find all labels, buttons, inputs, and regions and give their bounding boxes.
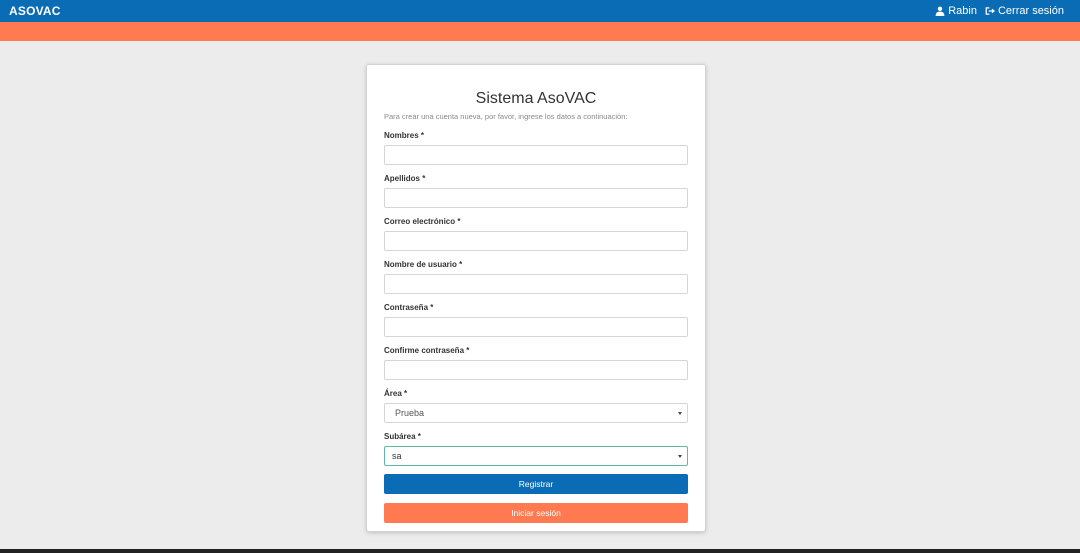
top-navbar: ASOVAC Rabin Cerrar sesión [0, 0, 1080, 22]
user-name: Rabin [948, 5, 977, 17]
correo-input[interactable] [384, 231, 688, 251]
login-button[interactable]: Iniciar sesión [384, 503, 688, 523]
field-nombres: Nombres * [384, 130, 688, 165]
brand-logo[interactable]: ASOVAC [9, 4, 61, 18]
area-select[interactable]: Prueba [384, 403, 688, 423]
registration-card: Sistema AsoVAC Para crear una cuenta nue… [366, 64, 706, 532]
nombres-label: Nombres * [384, 131, 425, 140]
apellidos-input[interactable] [384, 188, 688, 208]
bottom-bar [0, 549, 1080, 553]
field-apellidos: Apellidos * [384, 173, 688, 208]
user-icon [935, 6, 945, 16]
logout-link[interactable]: Cerrar sesión [985, 5, 1064, 17]
confirme-input[interactable] [384, 360, 688, 380]
field-usuario: Nombre de usuario * [384, 259, 688, 294]
accent-bar [0, 22, 1080, 41]
contrasena-input[interactable] [384, 317, 688, 337]
field-correo: Correo electrónico * [384, 216, 688, 251]
sign-out-icon [985, 7, 995, 15]
area-label: Área * [384, 389, 408, 398]
field-contrasena: Contraseña * [384, 302, 688, 337]
correo-label: Correo electrónico * [384, 217, 461, 226]
subarea-selected-value: sa [392, 451, 402, 461]
subarea-select[interactable]: sa [384, 446, 688, 466]
form-subtitle: Para crear una cuenta nueva, por favor, … [384, 112, 628, 121]
user-menu-link[interactable]: Rabin [935, 5, 977, 17]
form-title: Sistema AsoVAC [475, 90, 597, 107]
register-button[interactable]: Registrar [384, 474, 688, 494]
contrasena-label: Contraseña * [384, 303, 434, 312]
nav-right: Rabin Cerrar sesión [935, 5, 1064, 17]
apellidos-label: Apellidos * [384, 174, 426, 183]
usuario-label: Nombre de usuario * [384, 260, 463, 269]
nombres-input[interactable] [384, 145, 688, 165]
usuario-input[interactable] [384, 274, 688, 294]
field-subarea: Subárea * sa [384, 431, 688, 466]
area-selected-value: Prueba [395, 408, 425, 418]
field-confirme: Confirme contraseña * [384, 345, 688, 380]
logout-label: Cerrar sesión [997, 5, 1064, 17]
subarea-label: Subárea * [384, 432, 421, 441]
chevron-down-icon [678, 455, 682, 458]
field-area: Área * Prueba [384, 388, 688, 423]
confirme-label: Confirme contraseña * [384, 346, 470, 355]
chevron-down-icon [678, 412, 682, 415]
